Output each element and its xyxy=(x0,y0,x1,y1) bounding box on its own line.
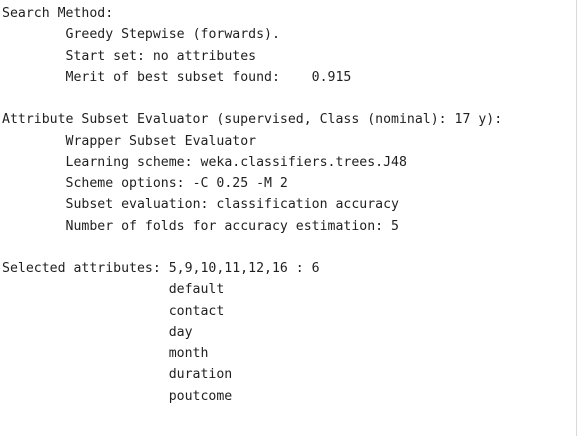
output-line: Merit of best subset found: 0.915 xyxy=(2,69,352,85)
output-line: Greedy Stepwise (forwards). xyxy=(2,27,280,43)
output-line: Scheme options: -C 0.25 -M 2 xyxy=(2,176,288,191)
output-line: poutcome xyxy=(2,388,233,404)
output-line: Search Method: xyxy=(2,6,114,21)
output-line: day xyxy=(2,324,193,340)
output-line: duration xyxy=(2,367,233,383)
output-line: default xyxy=(2,282,225,298)
output-line: Learning scheme: weka.classifiers.trees.… xyxy=(2,154,407,170)
output-line: Subset evaluation: classification accura… xyxy=(2,197,399,213)
attribute-selection-output[interactable]: Search Method: Greedy Stepwise (forwards… xyxy=(0,0,577,436)
output-line: Selected attributes: 5,9,10,11,12,16 : 6 xyxy=(2,261,320,276)
output-line: Start set: no attributes xyxy=(2,48,257,64)
output-line: Number of folds for accuracy estimation:… xyxy=(2,218,399,234)
output-line: month xyxy=(2,346,209,361)
output-line: Attribute Subset Evaluator (supervised, … xyxy=(2,112,503,128)
output-line: Wrapper Subset Evaluator xyxy=(2,133,257,149)
output-line: contact xyxy=(2,303,225,319)
